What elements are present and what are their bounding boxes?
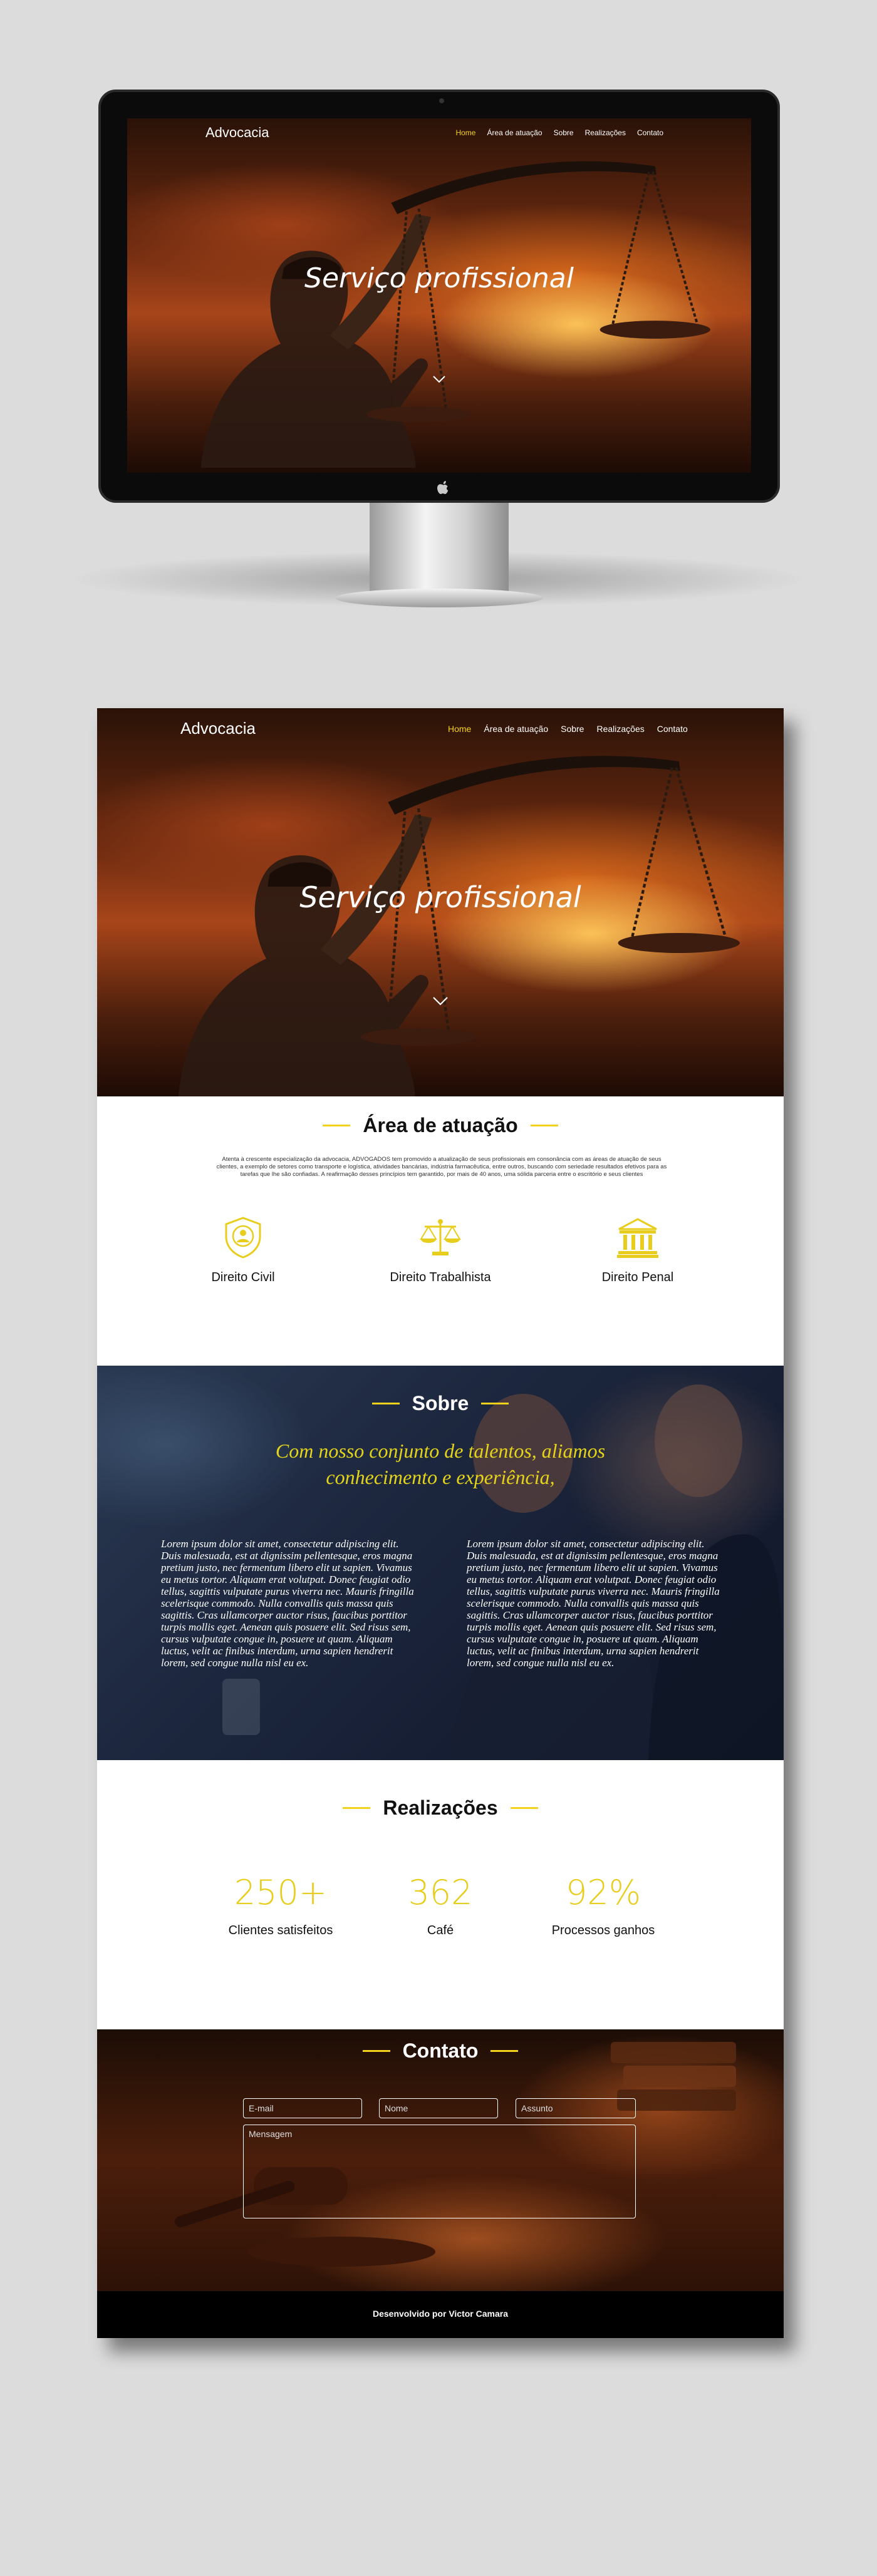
contato-section: Contato [97, 2029, 784, 2291]
realizacoes-title: Realizações [383, 1796, 498, 1819]
title-line-left [371, 1403, 400, 1404]
area-title: Área de atuação [363, 1114, 518, 1136]
area-item-label: Direito Penal [601, 1270, 674, 1284]
section-title-area: Área de atuação [97, 1114, 784, 1137]
nav-contato[interactable]: Contato [657, 724, 688, 734]
email-field[interactable] [243, 2098, 362, 2118]
assunto-field[interactable] [516, 2098, 636, 2118]
chevron-down-icon[interactable] [432, 375, 446, 384]
navbar: Advocacia Home Área de atuação Sobre Rea… [127, 118, 751, 143]
monitor-frame: Advocacia Home Área de atuação Sobre Rea… [98, 90, 780, 503]
camera-dot [439, 98, 444, 103]
title-line-right [490, 2050, 519, 2052]
hero-title: Serviço profissional [304, 262, 574, 294]
sobre-text-right: Lorem ipsum dolor sit amet, consectetur … [467, 1538, 720, 1669]
nav-sobre[interactable]: Sobre [554, 128, 574, 137]
monitor-stand [370, 503, 509, 597]
nav-home[interactable]: Home [455, 128, 475, 137]
shield-person-icon [225, 1217, 261, 1259]
realizacoes-section: Realizações 250+ Clientes satisfeitos 36… [97, 1760, 784, 2029]
area-item-civil[interactable]: Direito Civil [162, 1215, 324, 1285]
nav-links: Home Área de atuação Sobre Realizações C… [455, 128, 663, 137]
mensagem-field[interactable] [243, 2125, 636, 2218]
stat-value: 92% [565, 1873, 641, 1912]
area-item-trabalhista[interactable]: Direito Trabalhista [359, 1215, 522, 1285]
title-line-left [362, 2050, 390, 2052]
nav-realizacoes[interactable]: Realizações [585, 128, 626, 137]
title-line-right [481, 1403, 509, 1404]
title-line-right [530, 1125, 558, 1126]
contato-title: Contato [402, 2039, 479, 2062]
sobre-text-left: Lorem ipsum dolor sit amet, consectetur … [161, 1538, 414, 1669]
stat-processos: 92% Processos ganhos [522, 1873, 685, 1938]
stat-label: Processos ganhos [551, 1924, 655, 1937]
nav-links: Home Área de atuação Sobre Realizações C… [448, 724, 688, 734]
page-mockup: Advocacia Home Área de atuação Sobre Rea… [97, 708, 784, 2338]
footer: Desenvolvido por Victor Camara [97, 2291, 784, 2338]
stat-clientes: 250+ Clientes satisfeitos [199, 1873, 362, 1938]
monitor-screen: Advocacia Home Área de atuação Sobre Rea… [127, 118, 751, 473]
nav-area[interactable]: Área de atuação [487, 128, 542, 137]
stat-label: Clientes satisfeitos [228, 1924, 333, 1937]
nav-contato[interactable]: Contato [637, 128, 663, 137]
title-line-right [510, 1807, 538, 1809]
sobre-section: Sobre Com nosso conjunto de talentos, al… [97, 1366, 784, 1760]
brand-logo[interactable]: Advocacia [180, 719, 256, 738]
section-title-contato: Contato [97, 2039, 784, 2063]
sobre-quote: Com nosso conjunto de talentos, aliamos … [275, 1440, 606, 1488]
area-description: Atenta à crescente especialização da adv… [216, 1156, 667, 1178]
nav-sobre[interactable]: Sobre [561, 724, 584, 734]
nav-area[interactable]: Área de atuação [484, 724, 548, 734]
nav-realizacoes[interactable]: Realizações [596, 724, 644, 734]
title-line-left [343, 1807, 371, 1809]
monitor-stand-base [335, 589, 543, 607]
nome-field[interactable] [379, 2098, 498, 2118]
chevron-down-icon[interactable] [432, 996, 449, 1006]
hero-background-image [127, 118, 751, 473]
section-title-realizacoes: Realizações [97, 1796, 784, 1820]
area-section: Área de atuação Atenta à crescente espec… [97, 1096, 784, 1366]
stat-label: Café [427, 1924, 454, 1937]
sobre-title: Sobre [412, 1392, 469, 1414]
hero-section: Advocacia Home Área de atuação Sobre Rea… [97, 708, 784, 1096]
hero-title: Serviço profissional [299, 880, 581, 914]
area-item-label: Direito Civil [211, 1270, 275, 1284]
stat-cafe: 362 Café [359, 1873, 522, 1938]
section-title-sobre: Sobre [97, 1392, 784, 1415]
scales-icon [420, 1219, 461, 1255]
nav-home[interactable]: Home [448, 724, 471, 734]
area-item-penal[interactable]: Direito Penal [556, 1215, 719, 1285]
stat-value: 250+ [234, 1873, 328, 1912]
area-item-label: Direito Trabalhista [390, 1270, 491, 1284]
footer-credit: Desenvolvido por Victor Camara [372, 2309, 509, 2319]
courthouse-icon [617, 1218, 658, 1258]
brand-logo[interactable]: Advocacia [205, 125, 269, 141]
apple-logo-icon [437, 481, 449, 494]
title-line-left [323, 1125, 351, 1126]
stat-value: 362 [408, 1873, 473, 1912]
